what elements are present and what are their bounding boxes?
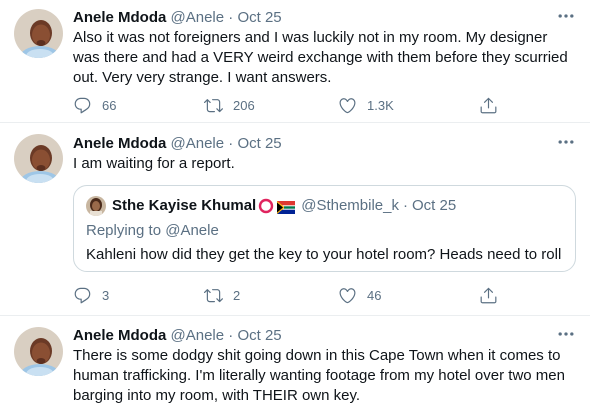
quoted-tweet-date: Oct 25 <box>412 197 457 214</box>
tweet-header: Anele Mdoda @Anele · Oct 25 <box>73 134 576 154</box>
share-button[interactable] <box>479 285 498 305</box>
author-name[interactable]: Anele Mdoda <box>73 135 166 152</box>
tweet[interactable]: Anele Mdoda @Anele · Oct 25 I am waiting… <box>0 123 590 316</box>
reply-button[interactable]: 3 <box>73 285 109 305</box>
reply-icon <box>74 97 91 113</box>
author-name[interactable]: Anele Mdoda <box>73 327 166 344</box>
share-icon <box>480 287 497 303</box>
author-handle[interactable]: @Anele <box>171 135 225 152</box>
quoted-tweet-text: Kahleni how did they get the key to your… <box>86 246 562 263</box>
quoted-author-name: Sthe Kayise Khumal <box>112 197 257 214</box>
reply-count: 3 <box>102 287 110 303</box>
share-icon <box>480 97 497 113</box>
avatar[interactable] <box>14 9 63 58</box>
like-count: 1.3K <box>367 97 394 113</box>
like-button[interactable]: 1.3K <box>338 95 394 115</box>
quoted-tweet-header: Sthe Kayise Khumal @Sthembile_k · Oct 25 <box>86 196 563 216</box>
separator: · <box>228 135 234 152</box>
tweet-header: Anele Mdoda @Anele · Oct 25 <box>73 8 576 28</box>
more-icon[interactable] <box>556 6 576 26</box>
author-name[interactable]: Anele Mdoda <box>73 9 166 26</box>
avatar[interactable] <box>14 327 63 376</box>
separator: · <box>228 9 234 26</box>
retweet-icon <box>204 288 223 302</box>
tweet[interactable]: Anele Mdoda @Anele · Oct 25 Also it was … <box>0 0 590 123</box>
retweet-count: 206 <box>233 97 255 113</box>
heart-icon <box>339 287 356 303</box>
more-icon[interactable] <box>556 132 576 152</box>
quoted-tweet[interactable]: Sthe Kayise Khumal @Sthembile_k · Oct 25… <box>73 185 576 272</box>
replying-to: Replying to @Anele <box>86 222 219 239</box>
tweet-text: I am waiting for a report. <box>73 155 235 172</box>
author-handle[interactable]: @Anele <box>171 327 225 344</box>
more-icon[interactable] <box>556 324 576 344</box>
reply-icon <box>74 287 91 303</box>
like-count: 46 <box>367 287 382 303</box>
tweet-header: Anele Mdoda @Anele · Oct 25 <box>73 326 576 346</box>
tweet[interactable]: Anele Mdoda @Anele · Oct 25 There is som… <box>0 316 590 410</box>
share-button[interactable] <box>479 95 498 115</box>
quoted-author-handle: @Sthembile_k <box>301 197 399 214</box>
avatar[interactable] <box>14 134 63 183</box>
south-africa-flag-icon <box>277 200 296 214</box>
tweet-text: There is some dodgy shit going down in t… <box>73 347 565 404</box>
retweet-button[interactable]: 2 <box>204 285 240 305</box>
tweet-date[interactable]: Oct 25 <box>237 327 281 344</box>
tweet-text: Also it was not foreigners and I was luc… <box>73 29 568 86</box>
tweet-date[interactable]: Oct 25 <box>237 135 281 152</box>
quoted-avatar <box>86 196 106 216</box>
author-handle[interactable]: @Anele <box>171 9 225 26</box>
action-bar: 3 2 46 <box>73 285 576 305</box>
heart-icon <box>339 97 356 113</box>
retweet-icon <box>204 98 223 112</box>
like-button[interactable]: 46 <box>338 285 381 305</box>
reply-button[interactable]: 66 <box>73 95 116 115</box>
reply-count: 66 <box>102 97 117 113</box>
circle-emoji-icon <box>258 198 274 214</box>
separator: · <box>228 327 234 344</box>
tweet-date[interactable]: Oct 25 <box>237 9 281 26</box>
retweet-button[interactable]: 206 <box>204 95 255 115</box>
separator: · <box>403 197 408 214</box>
retweet-count: 2 <box>233 287 241 303</box>
action-bar: 66 206 1.3K <box>73 95 576 115</box>
